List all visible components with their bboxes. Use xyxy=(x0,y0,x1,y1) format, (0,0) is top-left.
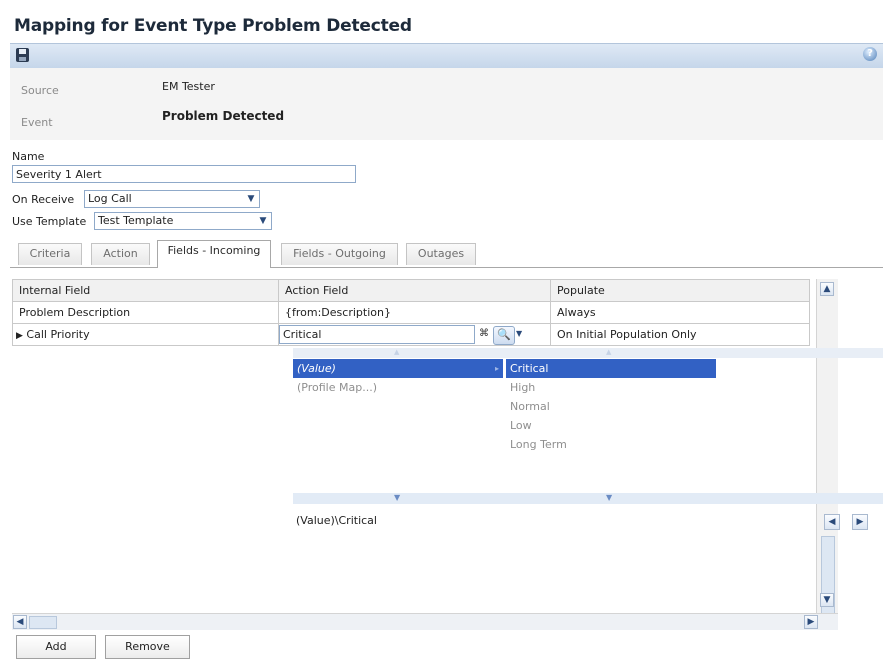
tab-divider xyxy=(10,267,883,268)
event-value: Problem Detected xyxy=(162,109,285,123)
action-field-cell[interactable]: Critical ⌘ 🔍 ▼ xyxy=(278,323,551,346)
tab-criteria[interactable]: Criteria xyxy=(18,243,82,265)
list-item[interactable]: (Profile Map...) xyxy=(293,378,503,397)
name-input[interactable]: Severity 1 Alert xyxy=(12,165,356,183)
source-label: Source xyxy=(21,84,59,97)
grid-header-row: Internal Field Action Field Populate xyxy=(12,279,810,302)
event-label: Event xyxy=(21,116,53,129)
search-icon[interactable]: 🔍 xyxy=(493,326,515,345)
internal-field-cell[interactable]: Problem Description xyxy=(12,301,279,324)
chevron-up-icon: ▲ xyxy=(394,348,400,356)
action-field-input[interactable]: Critical xyxy=(279,325,475,344)
list-item[interactable]: Normal xyxy=(506,397,716,416)
list-item[interactable]: Critical xyxy=(506,359,716,378)
save-icon[interactable] xyxy=(16,48,29,62)
chevron-up-icon: ▲ xyxy=(606,348,612,356)
scroll-left-icon[interactable]: ◀ xyxy=(13,615,27,629)
toolbar: ? xyxy=(10,43,883,69)
internal-field-value: Call Priority xyxy=(26,328,90,341)
remove-button[interactable]: Remove xyxy=(105,635,190,659)
list-item[interactable]: (Value) ▸ xyxy=(293,359,503,378)
help-icon[interactable]: ? xyxy=(863,47,877,61)
chevron-down-icon[interactable]: ▼ xyxy=(516,329,522,338)
action-field-cell[interactable]: {from:Description} xyxy=(278,301,551,324)
scroll-right-icon[interactable]: ▶ xyxy=(804,615,818,629)
chevron-down-icon: ▼ xyxy=(259,216,267,226)
use-template-label: Use Template xyxy=(12,215,87,228)
tab-fields-outgoing[interactable]: Fields - Outgoing xyxy=(281,243,398,265)
use-template-select[interactable]: Test Template ▼ xyxy=(94,212,272,230)
on-receive-value: Log Call xyxy=(88,192,132,205)
list-item[interactable]: High xyxy=(506,378,716,397)
on-receive-label: On Receive xyxy=(12,193,75,206)
chevron-down-icon[interactable]: ▼ xyxy=(394,493,400,502)
internal-field-cell[interactable]: ▶ Call Priority xyxy=(12,323,279,346)
name-label: Name xyxy=(12,150,45,163)
arrow-right-icon[interactable]: ▶ xyxy=(852,514,868,530)
tab-action[interactable]: Action xyxy=(91,243,150,265)
list-item[interactable]: Low xyxy=(506,416,716,435)
picker-top-bar: ▲ ▲ xyxy=(293,348,883,358)
arrow-left-icon[interactable]: ◀ xyxy=(824,514,840,530)
use-template-value: Test Template xyxy=(98,214,174,227)
chevron-down-icon: ▼ xyxy=(247,194,255,204)
grid-vertical-scrollbar[interactable]: ▲ ▼ xyxy=(816,279,838,629)
on-receive-select[interactable]: Log Call ▼ xyxy=(84,190,260,208)
column-header-action-field: Action Field xyxy=(278,279,551,302)
column-header-internal-field: Internal Field xyxy=(12,279,279,302)
picker-value-list: Critical High Normal Low Long Term xyxy=(506,359,716,454)
column-header-populate: Populate xyxy=(550,279,810,302)
picker-source-list: (Value) ▸ (Profile Map...) xyxy=(293,359,503,397)
picker-result: (Value)\Critical xyxy=(296,514,377,527)
grid-horizontal-scrollbar[interactable]: ◀ ▶ xyxy=(12,613,838,630)
picker-source-item: (Value) xyxy=(297,362,336,375)
tab-fields-incoming[interactable]: Fields - Incoming xyxy=(157,240,271,268)
field-mapping-grid: Internal Field Action Field Populate Pro… xyxy=(12,279,810,346)
scroll-up-icon[interactable]: ▲ xyxy=(820,282,834,296)
scroll-down-icon[interactable]: ▼ xyxy=(820,593,834,607)
add-button[interactable]: Add xyxy=(16,635,96,659)
populate-cell[interactable]: Always xyxy=(550,301,810,324)
table-row[interactable]: ▶ Call Priority Critical ⌘ 🔍 ▼ On Initia… xyxy=(12,323,810,346)
populate-cell[interactable]: On Initial Population Only xyxy=(550,323,810,346)
list-item[interactable]: Long Term xyxy=(506,435,716,454)
tab-outages[interactable]: Outages xyxy=(406,243,476,265)
expression-icon[interactable]: ⌘ xyxy=(479,328,489,339)
source-value: EM Tester xyxy=(162,80,215,93)
scroll-thumb[interactable] xyxy=(29,616,57,629)
picker-bottom-bar: ▼ ▼ xyxy=(293,493,883,504)
page-title: Mapping for Event Type Problem Detected xyxy=(14,16,412,36)
chevron-down-icon[interactable]: ▼ xyxy=(606,493,612,502)
table-row[interactable]: Problem Description {from:Description} A… xyxy=(12,301,810,324)
event-info-panel: Source EM Tester Event Problem Detected xyxy=(10,68,883,140)
chevron-right-icon: ▸ xyxy=(494,364,499,373)
row-pointer-icon: ▶ xyxy=(16,331,23,341)
